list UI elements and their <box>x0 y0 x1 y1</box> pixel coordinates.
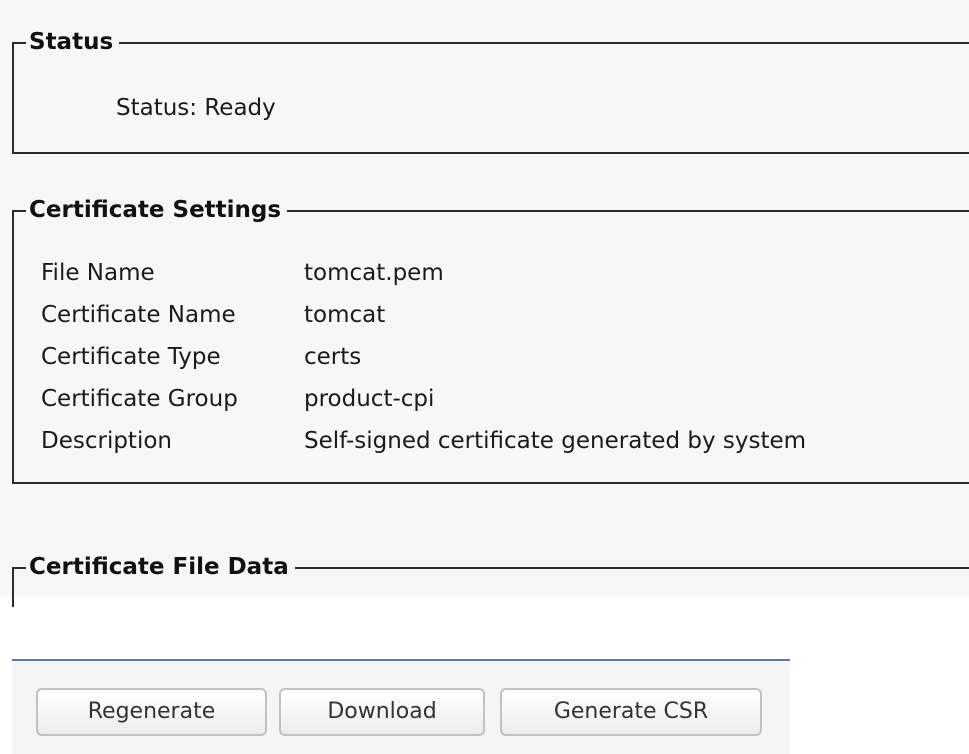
download-button[interactable]: Download <box>279 688 485 736</box>
settings-row-certificate-type: Certificate Type certs <box>41 336 806 378</box>
settings-row-certificate-group: Certificate Group product-cpi <box>41 378 806 420</box>
certificate-name-label: Certificate Name <box>41 302 236 328</box>
generate-csr-button[interactable]: Generate CSR <box>500 688 762 736</box>
settings-row-certificate-name: Certificate Name tomcat <box>41 294 806 336</box>
regenerate-button[interactable]: Regenerate <box>36 688 267 736</box>
settings-row-file-name: File Name tomcat.pem <box>41 252 806 294</box>
file-name-value: tomcat.pem <box>304 260 444 286</box>
settings-row-description: Description Self-signed certificate gene… <box>41 420 806 462</box>
certificate-type-label: Certificate Type <box>41 344 221 370</box>
certificate-file-data-legend: Certificate File Data <box>26 552 295 582</box>
certificate-settings-legend: Certificate Settings <box>26 195 288 225</box>
action-button-bar: Regenerate Download Generate CSR <box>12 659 790 754</box>
description-label: Description <box>41 428 172 454</box>
status-text: Status: Ready <box>116 95 276 121</box>
certificate-type-value: certs <box>304 344 362 370</box>
status-fieldset: Status Status: Ready <box>12 27 969 154</box>
file-name-label: File Name <box>41 260 155 286</box>
certificate-details-panel: Status Status: Ready Certificate Setting… <box>0 0 969 607</box>
description-value: Self-signed certificate generated by sys… <box>304 428 807 454</box>
certificate-settings-fieldset: Certificate Settings File Name tomcat.pe… <box>12 195 969 484</box>
certificate-group-label: Certificate Group <box>41 386 238 412</box>
status-legend: Status <box>26 27 120 57</box>
certificate-group-value: product-cpi <box>304 386 435 412</box>
certificate-file-data-fieldset: Certificate File Data <box>12 552 969 607</box>
certificate-settings-table: File Name tomcat.pem Certificate Name to… <box>41 252 806 462</box>
certificate-name-value: tomcat <box>304 302 386 328</box>
